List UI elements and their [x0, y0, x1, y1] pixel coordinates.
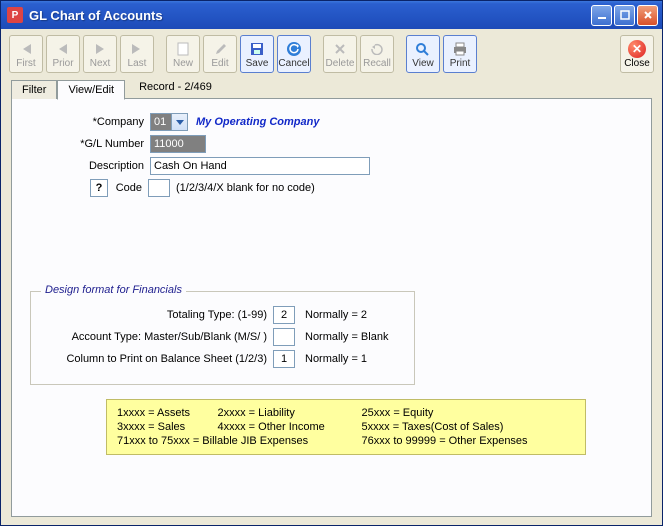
titlebar: P GL Chart of Accounts	[1, 1, 662, 29]
tab-bar: Filter View/Edit Record - 2/469	[1, 77, 662, 99]
close-icon: ✕	[628, 40, 646, 58]
new-button[interactable]: New	[166, 35, 200, 73]
recall-label: Recall	[363, 58, 391, 69]
edit-label: Edit	[211, 58, 228, 69]
info-8: 76xxx to 99999 = Other Expenses	[362, 434, 575, 448]
company-code-input[interactable]	[150, 113, 172, 131]
row-code: ? Code (1/2/3/4/X blank for no code)	[30, 179, 633, 197]
account-type-label: Account Type: Master/Sub/Blank (M/S/ )	[43, 331, 273, 343]
window-buttons	[591, 5, 658, 26]
nav-group: First Prior Next Last	[9, 35, 154, 73]
edit-button[interactable]: Edit	[203, 35, 237, 73]
first-label: First	[16, 58, 35, 69]
row-column-print: Column to Print on Balance Sheet (1/2/3)…	[43, 350, 402, 368]
save-label: Save	[246, 58, 269, 69]
code-input[interactable]	[148, 179, 170, 197]
prior-label: Prior	[52, 58, 73, 69]
design-legend: Design format for Financials	[41, 284, 186, 296]
tab-view-edit[interactable]: View/Edit	[57, 80, 125, 100]
view-label: View	[412, 58, 434, 69]
company-name: My Operating Company	[196, 116, 319, 128]
info-3: 25xxx = Equity	[362, 406, 575, 420]
code-label: Code	[114, 182, 148, 194]
save-button[interactable]: Save	[240, 35, 274, 73]
company-dropdown[interactable]	[150, 113, 188, 131]
next-button[interactable]: Next	[83, 35, 117, 73]
row-company: *Company My Operating Company	[30, 113, 633, 131]
edit-icon	[214, 40, 226, 57]
delete-button[interactable]: Delete	[323, 35, 357, 73]
new-icon	[177, 40, 189, 57]
close-label: Close	[624, 58, 650, 69]
gl-label: *G/L Number	[30, 138, 150, 150]
account-type-norm: Normally = Blank	[305, 331, 388, 343]
maximize-button[interactable]	[614, 5, 635, 26]
save-icon	[250, 40, 264, 57]
delete-icon	[334, 40, 346, 57]
close-button[interactable]: ✕ Close	[620, 35, 654, 73]
delete-label: Delete	[326, 58, 355, 69]
column-print-input[interactable]	[273, 350, 295, 368]
column-print-label: Column to Print on Balance Sheet (1/2/3)	[43, 353, 273, 365]
prior-icon	[57, 40, 69, 57]
info-1: 1xxxx = Assets	[117, 406, 218, 420]
window-title: GL Chart of Accounts	[29, 8, 591, 23]
app-icon: P	[7, 7, 23, 23]
info-2: 2xxxx = Liability	[218, 406, 362, 420]
cancel-icon	[286, 40, 302, 57]
description-input[interactable]	[150, 157, 370, 175]
row-totaling-type: Totaling Type: (1-99) Normally = 2	[43, 306, 402, 324]
main-panel: *Company My Operating Company *G/L Numbe…	[11, 99, 652, 517]
print-icon	[452, 40, 468, 57]
tab-filter[interactable]: Filter	[11, 80, 57, 99]
last-label: Last	[128, 58, 147, 69]
view-icon	[415, 40, 431, 57]
first-icon	[19, 40, 33, 57]
dropdown-arrow-icon[interactable]	[172, 113, 188, 131]
design-fieldset: Design format for Financials Totaling Ty…	[30, 291, 415, 385]
help-button[interactable]: ?	[90, 179, 108, 197]
print-button[interactable]: Print	[443, 35, 477, 73]
cancel-button[interactable]: Cancel	[277, 35, 311, 73]
cancel-label: Cancel	[278, 58, 309, 69]
totaling-type-label: Totaling Type: (1-99)	[43, 309, 273, 321]
recall-button[interactable]: Recall	[360, 35, 394, 73]
totaling-type-norm: Normally = 2	[305, 309, 367, 321]
minimize-button[interactable]	[591, 5, 612, 26]
view-button[interactable]: View	[406, 35, 440, 73]
account-type-input[interactable]	[273, 328, 295, 346]
code-hint: (1/2/3/4/X blank for no code)	[176, 182, 315, 194]
print-label: Print	[450, 58, 471, 69]
info-7: 71xxx to 75xxx = Billable JIB Expenses	[117, 434, 362, 448]
company-label: *Company	[30, 116, 150, 128]
last-button[interactable]: Last	[120, 35, 154, 73]
column-print-norm: Normally = 1	[305, 353, 367, 365]
output-group: View Print	[406, 35, 477, 73]
description-label: Description	[30, 160, 150, 172]
recall-icon	[370, 40, 384, 57]
new-label: New	[173, 58, 193, 69]
record-indicator: Record - 2/469	[139, 81, 212, 96]
totaling-type-input[interactable]	[273, 306, 295, 324]
account-ranges-info: 1xxxx = Assets 2xxxx = Liability 25xxx =…	[106, 399, 586, 455]
last-icon	[130, 40, 144, 57]
row-description: Description	[30, 157, 633, 175]
row-account-type: Account Type: Master/Sub/Blank (M/S/ ) N…	[43, 328, 402, 346]
gl-number-input[interactable]	[150, 135, 206, 153]
next-label: Next	[90, 58, 111, 69]
next-icon	[94, 40, 106, 57]
info-6: 5xxxx = Taxes(Cost of Sales)	[362, 420, 575, 434]
delete-group: Delete Recall	[323, 35, 394, 73]
first-button[interactable]: First	[9, 35, 43, 73]
info-4: 3xxxx = Sales	[117, 420, 218, 434]
edit-group: New Edit Save Cancel	[166, 35, 311, 73]
row-gl-number: *G/L Number	[30, 135, 633, 153]
prior-button[interactable]: Prior	[46, 35, 80, 73]
info-5: 4xxxx = Other Income	[218, 420, 362, 434]
toolbar: First Prior Next Last New Edit Save	[1, 29, 662, 77]
window-close-button[interactable]	[637, 5, 658, 26]
